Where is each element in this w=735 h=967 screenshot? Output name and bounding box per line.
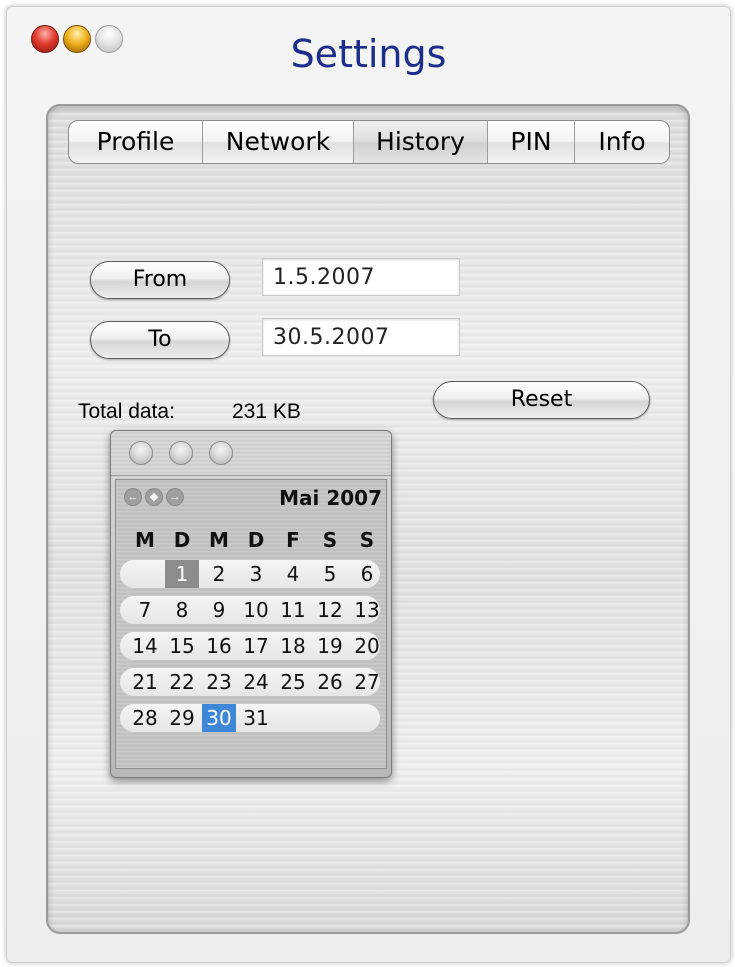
calendar-nav: ← ◆ → <box>124 488 184 506</box>
calendar-day[interactable]: 7 <box>128 596 162 624</box>
calendar-day[interactable]: 24 <box>239 668 273 696</box>
calendar-day[interactable]: 3 <box>239 560 273 588</box>
calendar-day[interactable]: 17 <box>239 632 273 660</box>
calendar-day[interactable]: 6 <box>350 560 384 588</box>
calendar-close-button[interactable] <box>129 441 153 465</box>
calendar-day[interactable]: 10 <box>239 596 273 624</box>
calendar-day[interactable]: 11 <box>276 596 310 624</box>
to-button[interactable]: To <box>90 321 230 359</box>
weekday-label: D <box>173 528 191 552</box>
weekday-label: D <box>247 528 265 552</box>
tab-bar: Profile Network History PIN Info <box>68 120 670 164</box>
calendar-day[interactable]: 5 <box>313 560 347 588</box>
calendar-day[interactable]: 15 <box>165 632 199 660</box>
calendar-zoom-button[interactable] <box>209 441 233 465</box>
from-date-field[interactable]: 1.5.2007 <box>262 258 460 296</box>
weekday-label: S <box>322 528 338 552</box>
tab-profile[interactable]: Profile <box>69 121 203 163</box>
weekday-label: M <box>209 528 229 552</box>
calendar-day[interactable]: 28 <box>128 704 162 732</box>
weekday-label: M <box>135 528 155 552</box>
arrow-right-icon[interactable]: → <box>166 488 184 506</box>
calendar-day[interactable]: 31 <box>239 704 273 732</box>
arrow-left-icon[interactable]: ← <box>124 488 142 506</box>
calendar-day[interactable]: 9 <box>202 596 236 624</box>
diamond-icon[interactable]: ◆ <box>145 488 163 506</box>
calendar-day[interactable]: 13 <box>350 596 384 624</box>
weekday-label: S <box>359 528 375 552</box>
calendar-day[interactable]: 19 <box>313 632 347 660</box>
calendar-day-selected[interactable]: 30 <box>202 704 236 732</box>
calendar-day[interactable]: 29 <box>165 704 199 732</box>
tab-info[interactable]: Info <box>575 121 669 163</box>
calendar-minimize-button[interactable] <box>169 441 193 465</box>
calendar-day[interactable]: 2 <box>202 560 236 588</box>
calendar-day[interactable]: 12 <box>313 596 347 624</box>
to-date-field[interactable]: 30.5.2007 <box>262 318 460 356</box>
calendar-day[interactable]: 22 <box>165 668 199 696</box>
weekday-label: F <box>286 528 300 552</box>
calendar-day[interactable]: 23 <box>202 668 236 696</box>
tab-history[interactable]: History <box>354 121 488 163</box>
calendar-day[interactable]: 25 <box>276 668 310 696</box>
calendar-day[interactable]: 8 <box>165 596 199 624</box>
total-data-label: Total data: <box>78 400 175 423</box>
reset-button[interactable]: Reset <box>433 381 650 419</box>
from-button[interactable]: From <box>90 261 230 299</box>
calendar-day[interactable]: 20 <box>350 632 384 660</box>
calendar-day <box>128 560 162 588</box>
calendar-day[interactable]: 1 <box>165 560 199 588</box>
total-data-value: 231 KB <box>232 400 301 423</box>
window-title: Settings <box>290 32 447 76</box>
calendar-day[interactable]: 26 <box>313 668 347 696</box>
calendar-day[interactable]: 21 <box>128 668 162 696</box>
tab-pin[interactable]: PIN <box>488 121 575 163</box>
calendar-day[interactable]: 18 <box>276 632 310 660</box>
calendar-day[interactable]: 16 <box>202 632 236 660</box>
calendar-popup: ← ◆ → Mai 2007 M D M D F S S 1 2 3 4 5 6… <box>110 430 392 778</box>
calendar-day[interactable]: 4 <box>276 560 310 588</box>
calendar-body: ← ◆ → Mai 2007 M D M D F S S 1 2 3 4 5 6… <box>115 479 387 769</box>
calendar-titlebar <box>111 431 391 476</box>
calendar-day[interactable]: 14 <box>128 632 162 660</box>
tab-network[interactable]: Network <box>203 121 354 163</box>
calendar-month-label: Mai 2007 <box>279 486 382 510</box>
calendar-day[interactable]: 27 <box>350 668 384 696</box>
